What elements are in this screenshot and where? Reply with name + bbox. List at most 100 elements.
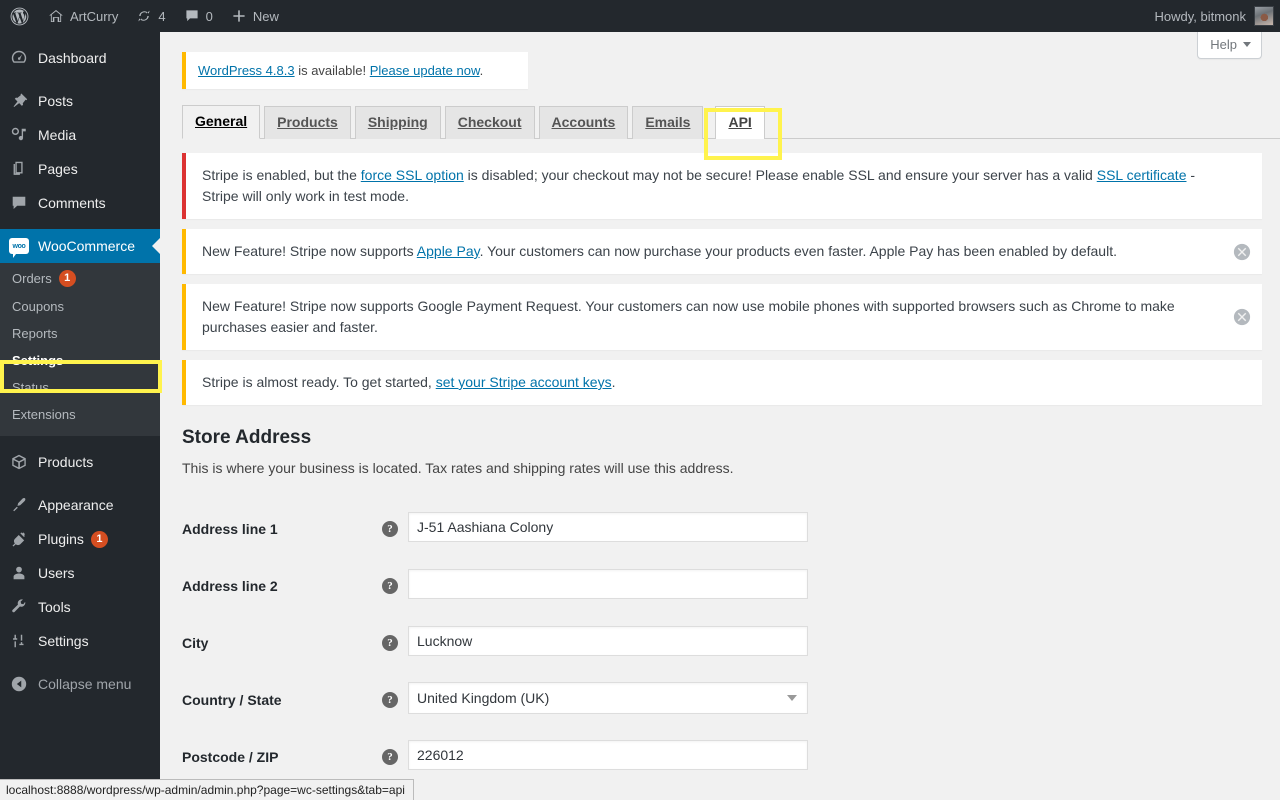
tools-icon [9, 597, 29, 617]
form-input-cell [408, 726, 818, 783]
submenu-item-coupons[interactable]: Coupons [0, 293, 160, 320]
update-notice-mid: is available! [294, 63, 370, 78]
submenu-item-extensions[interactable]: Extensions [0, 401, 160, 428]
sidebar-top-gap [0, 32, 160, 41]
field-label: Country / State [182, 692, 282, 708]
help-button[interactable]: Help [1197, 32, 1262, 59]
sidebar-item-label: Posts [38, 93, 74, 109]
sidebar-item-appearance[interactable]: Appearance [0, 488, 160, 522]
products-icon [9, 452, 29, 472]
collapse-menu-label: Collapse menu [38, 676, 132, 692]
tab-emails[interactable]: Emails [632, 106, 704, 139]
wordpress-logo-button[interactable] [0, 0, 39, 32]
help-tip-icon[interactable]: ? [382, 578, 398, 594]
submenu-item-reports[interactable]: Reports [0, 320, 160, 347]
city-input[interactable] [408, 625, 808, 656]
store-address-form: Address line 1 ? Address line 2 ? [182, 498, 818, 783]
sidebar-gap-3 [0, 436, 160, 445]
avatar [1254, 6, 1274, 26]
tab-general[interactable]: General [182, 105, 261, 139]
submenu-item-label: Status [12, 380, 49, 395]
updates-button[interactable]: 4 [127, 0, 174, 32]
form-label-cell: Postcode / ZIP ? [182, 726, 408, 783]
plugins-badge: 1 [90, 530, 108, 548]
form-row-city: City ? [182, 612, 818, 669]
submenu-item-label: Coupons [12, 299, 65, 314]
dismiss-notice-button[interactable] [1232, 242, 1252, 262]
new-label: New [252, 8, 279, 24]
wordpress-version-link[interactable]: WordPress 4.8.3 [198, 63, 295, 78]
sidebar-item-settings[interactable]: Settings [0, 624, 160, 658]
submenu-item-label: Reports [12, 326, 58, 341]
submenu-item-settings[interactable]: Settings [0, 347, 160, 374]
howdy-label: Howdy, bitmonk [1154, 8, 1246, 24]
tab-accounts[interactable]: Accounts [538, 106, 629, 139]
sidebar-item-dashboard[interactable]: Dashboard [0, 41, 160, 75]
store-address-title: Store Address [182, 427, 312, 448]
sidebar-item-pages[interactable]: Pages [0, 152, 160, 186]
comments-count: 0 [205, 8, 213, 24]
sidebar-gap-1 [0, 75, 160, 84]
account-menu[interactable]: Howdy, bitmonk [1154, 6, 1280, 26]
submenu-item-status[interactable]: Status [0, 374, 160, 401]
stripe-account-keys-link[interactable]: set your Stripe account keys [436, 374, 612, 390]
country-state-select[interactable]: United Kingdom (UK) [408, 681, 808, 714]
dismiss-notice-button[interactable] [1232, 307, 1252, 327]
site-name-label: ArtCurry [70, 8, 119, 24]
notice-text-0: Stripe is almost ready. To get started, [202, 374, 436, 390]
force-ssl-option-link[interactable]: force SSL option [361, 167, 464, 183]
submenu-item-orders[interactable]: Orders 1 [0, 264, 160, 293]
update-notice-end: . [479, 63, 484, 78]
postcode-zip-input[interactable] [408, 739, 808, 770]
pin-icon [9, 91, 29, 111]
tab-api[interactable]: API [715, 106, 765, 139]
apple-pay-link[interactable]: Apple Pay [417, 243, 480, 259]
comments-button[interactable]: 0 [175, 0, 222, 32]
collapse-menu-button[interactable]: Collapse menu [0, 667, 160, 701]
help-tip-icon[interactable]: ? [382, 692, 398, 708]
help-tip-icon[interactable]: ? [382, 635, 398, 651]
sidebar-item-label: Dashboard [38, 50, 107, 66]
settings-icon [9, 631, 29, 651]
tab-products[interactable]: Products [264, 106, 351, 139]
site-name-menu[interactable]: ArtCurry [39, 0, 127, 32]
notice-text-0: New Feature! Stripe now supports Google … [202, 298, 1175, 335]
sidebar-item-plugins[interactable]: Plugins 1 [0, 522, 160, 556]
dashboard-icon [9, 48, 29, 68]
help-tip-icon[interactable]: ? [382, 521, 398, 537]
sidebar-item-label: Plugins [38, 531, 84, 547]
sidebar-item-label: Tools [38, 599, 71, 615]
browser-status-bar: localhost:8888/wordpress/wp-admin/admin.… [0, 779, 414, 800]
submenu-item-label: Extensions [12, 407, 76, 422]
tab-checkout[interactable]: Checkout [444, 106, 535, 139]
google-payment-request-notice: New Feature! Stripe now supports Google … [182, 284, 1262, 350]
plugins-icon [9, 529, 29, 549]
form-label-cell: Address line 1 ? [182, 498, 408, 555]
notice-text-2: . Your customers can now purchase your p… [479, 243, 1117, 259]
comment-icon [9, 193, 29, 213]
sidebar-item-media[interactable]: Media [0, 118, 160, 152]
sidebar-item-products[interactable]: Products [0, 445, 160, 479]
country-state-value: United Kingdom (UK) [417, 689, 550, 706]
wordpress-update-notice: WordPress 4.8.3 is available! Please upd… [182, 52, 528, 89]
sidebar-item-users[interactable]: Users [0, 556, 160, 590]
notice-text-2: . [611, 374, 616, 390]
tab-shipping[interactable]: Shipping [354, 106, 441, 139]
address-line-2-input[interactable] [408, 568, 808, 599]
sidebar-item-label: Media [38, 127, 77, 143]
please-update-now-link[interactable]: Please update now [370, 63, 480, 78]
sidebar-item-posts[interactable]: Posts [0, 84, 160, 118]
new-content-button[interactable]: New [222, 0, 288, 32]
sidebar-item-label: Users [38, 565, 75, 581]
sidebar-item-label: Appearance [38, 497, 114, 513]
ssl-certificate-link[interactable]: SSL certificate [1097, 167, 1187, 183]
appearance-icon [9, 495, 29, 515]
sidebar-item-tools[interactable]: Tools [0, 590, 160, 624]
sidebar-item-woocommerce[interactable]: woo WooCommerce [0, 229, 160, 263]
sidebar-item-label: Products [38, 454, 94, 470]
notice-text-0: Stripe is enabled, but the [202, 167, 361, 183]
address-line-1-input[interactable] [408, 511, 808, 542]
form-row-country-state: Country / State ? United Kingdom (UK) [182, 669, 818, 726]
help-tip-icon[interactable]: ? [382, 749, 398, 765]
sidebar-item-comments[interactable]: Comments [0, 186, 160, 220]
